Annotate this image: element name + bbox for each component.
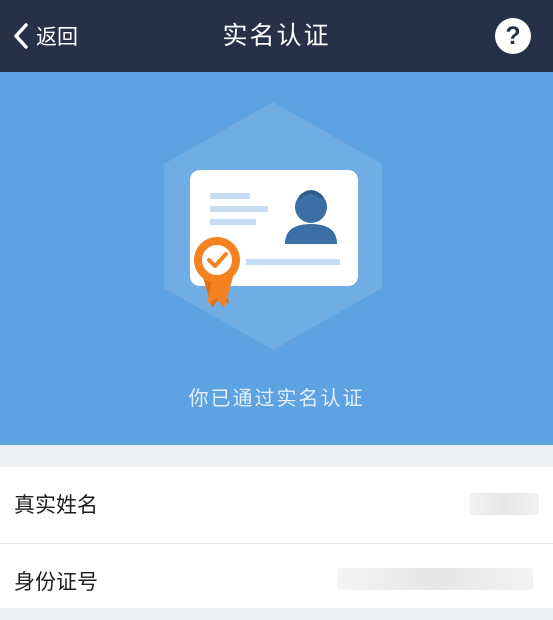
- id-number-value-blurred: [337, 568, 533, 590]
- top-navigation-bar: 返回 实名认证 ?: [0, 0, 553, 72]
- page-title: 实名认证: [222, 21, 331, 50]
- verification-banner: 你已通过实名认证: [0, 72, 553, 445]
- help-button[interactable]: ?: [495, 18, 531, 54]
- real-name-label: 真实姓名: [14, 493, 98, 517]
- chevron-left-icon: [14, 23, 28, 49]
- id-number-row: 身份证号: [0, 544, 553, 608]
- back-button[interactable]: 返回: [12, 18, 78, 54]
- real-name-value-blurred: [469, 493, 539, 515]
- real-name-row: 真实姓名: [0, 467, 553, 544]
- verification-status-text: 你已通过实名认证: [188, 386, 365, 410]
- back-label: 返回: [36, 25, 78, 49]
- identity-info-list: 真实姓名 身份证号: [0, 467, 553, 608]
- question-circle-icon: ?: [505, 21, 521, 50]
- id-number-label: 身份证号: [14, 570, 98, 594]
